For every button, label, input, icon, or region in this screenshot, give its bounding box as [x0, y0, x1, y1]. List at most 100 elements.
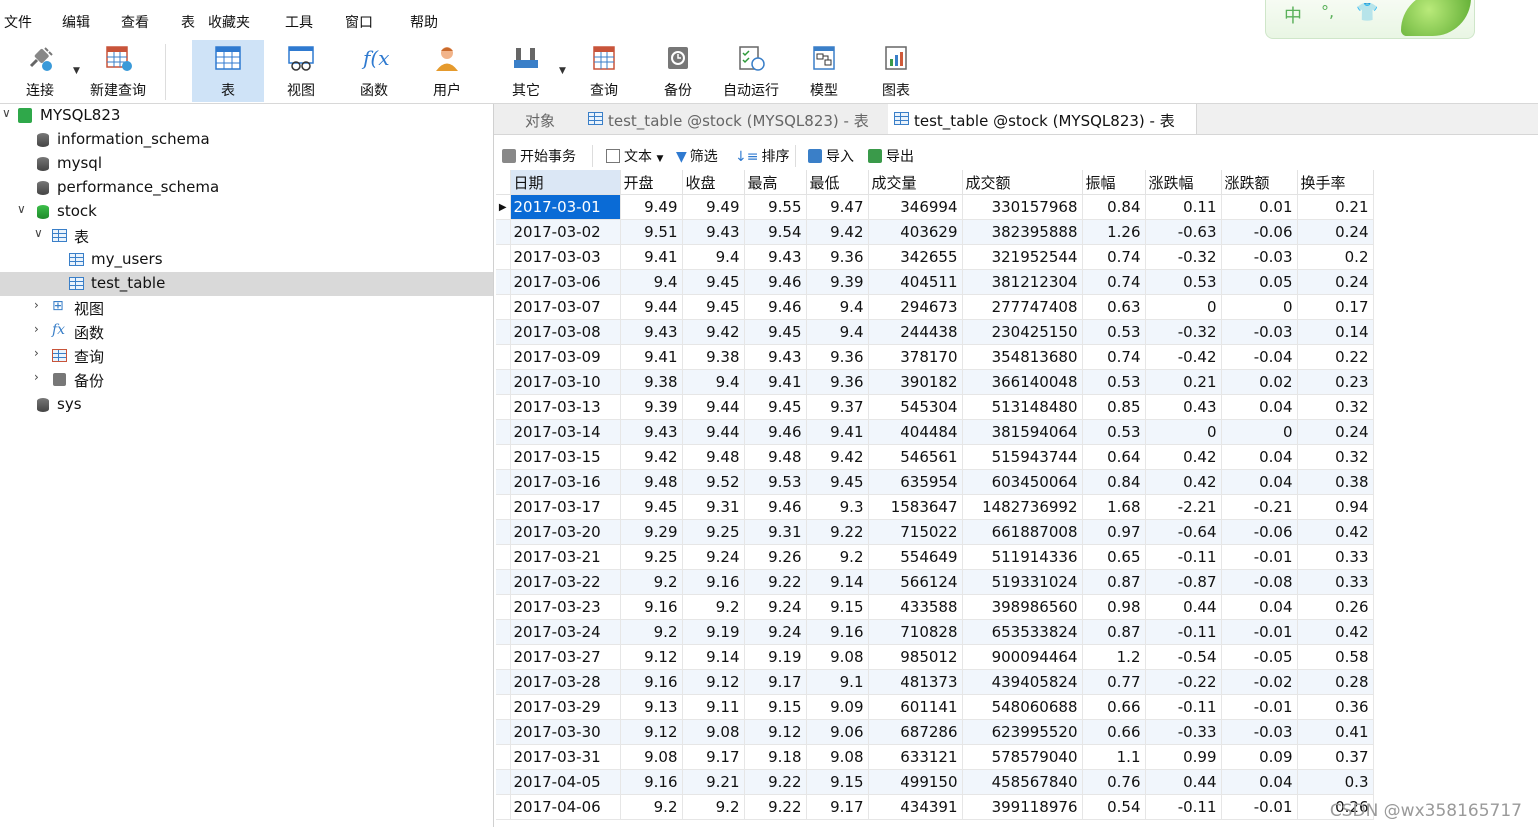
table-cell[interactable]: 578579040: [962, 744, 1083, 770]
row-indicator[interactable]: [496, 519, 511, 545]
table-cell[interactable]: 9.48: [620, 469, 683, 495]
view-button[interactable]: 视图: [270, 40, 332, 102]
table-cell[interactable]: 0.26: [1297, 594, 1374, 620]
row-indicator[interactable]: [496, 669, 511, 695]
table-cell[interactable]: 1.26: [1082, 219, 1146, 245]
table-cell[interactable]: 9.08: [682, 719, 745, 745]
table-cell[interactable]: 0.09: [1221, 744, 1298, 770]
table-cell[interactable]: 9.45: [744, 394, 807, 420]
table-row[interactable]: 2017-04-05 9.16 9.21 9.22 9.15 499150 45856784…: [496, 769, 1374, 795]
table-cell[interactable]: 0.23: [1297, 369, 1374, 395]
table-cell[interactable]: 9.06: [806, 719, 869, 745]
table-cell[interactable]: 9.24: [744, 619, 807, 645]
table-cell[interactable]: -0.06: [1221, 519, 1298, 545]
table-row[interactable]: 2017-03-23 9.16 9.2 9.24 9.15 433588 398986560…: [496, 594, 1374, 620]
table-cell[interactable]: 635954: [868, 469, 963, 495]
table-cell[interactable]: 9.08: [806, 644, 869, 670]
row-indicator[interactable]: [496, 769, 511, 795]
table-cell[interactable]: 9.24: [744, 594, 807, 620]
row-indicator[interactable]: [496, 569, 511, 595]
table-cell[interactable]: 0.74: [1082, 344, 1146, 370]
table-cell[interactable]: 2017-03-03: [510, 244, 621, 270]
row-indicator[interactable]: [496, 294, 511, 320]
table-cell[interactable]: 9.22: [744, 794, 807, 820]
table-row[interactable]: 2017-03-10 9.38 9.4 9.41 9.36 390182 366140048…: [496, 369, 1374, 395]
table-cell[interactable]: 382395888: [962, 219, 1083, 245]
row-indicator[interactable]: [496, 494, 511, 520]
row-indicator[interactable]: [496, 419, 511, 445]
table-cell[interactable]: 9.51: [620, 219, 683, 245]
table-cell[interactable]: 9.39: [620, 394, 683, 420]
table-cell[interactable]: 9.14: [682, 644, 745, 670]
table-button[interactable]: 表: [192, 40, 264, 102]
table-row[interactable]: 2017-03-27 9.12 9.14 9.19 9.08 985012 90009446…: [496, 644, 1374, 670]
table-cell[interactable]: 9.45: [682, 294, 745, 320]
table-cell[interactable]: 0.53: [1145, 269, 1222, 295]
table-cell[interactable]: 9.49: [682, 194, 745, 220]
table-cell[interactable]: 9.22: [806, 519, 869, 545]
table-cell[interactable]: 0.24: [1297, 269, 1374, 295]
expand-chevron-icon[interactable]: ›: [34, 346, 39, 360]
current-row-indicator-icon[interactable]: ▶: [496, 194, 511, 220]
table-cell[interactable]: 9.16: [620, 669, 683, 695]
table-cell[interactable]: 9.31: [682, 494, 745, 520]
table-cell[interactable]: 515943744: [962, 444, 1083, 470]
row-indicator[interactable]: [496, 319, 511, 345]
table-cell[interactable]: 398986560: [962, 594, 1083, 620]
table-cell[interactable]: 9.42: [620, 444, 683, 470]
table-cell[interactable]: 9.4: [620, 269, 683, 295]
row-indicator[interactable]: [496, 744, 511, 770]
table-cell[interactable]: 0: [1145, 419, 1222, 445]
table-cell[interactable]: 1.68: [1082, 494, 1146, 520]
table-cell[interactable]: 9.17: [682, 744, 745, 770]
table-cell[interactable]: 0.04: [1221, 394, 1298, 420]
table-row[interactable]: 2017-03-02 9.51 9.43 9.54 9.42 403629 38239588…: [496, 219, 1374, 245]
table-cell[interactable]: 0.66: [1082, 694, 1146, 720]
column-header[interactable]: 振幅: [1082, 170, 1146, 195]
export-button[interactable]: 导出: [868, 146, 914, 166]
begin-transaction-button[interactable]: 开始事务: [502, 146, 576, 166]
table-cell[interactable]: 0.84: [1082, 469, 1146, 495]
table-cell[interactable]: 2017-03-30: [510, 719, 621, 745]
table-cell[interactable]: 519331024: [962, 569, 1083, 595]
table-cell[interactable]: -0.21: [1221, 494, 1298, 520]
table-cell[interactable]: -0.01: [1221, 544, 1298, 570]
table-cell[interactable]: 0.42: [1297, 519, 1374, 545]
column-header[interactable]: 开盘: [620, 170, 683, 195]
table-cell[interactable]: 9.25: [620, 544, 683, 570]
table-cell[interactable]: 0.77: [1082, 669, 1146, 695]
table-cell[interactable]: 9.46: [744, 294, 807, 320]
table-cell[interactable]: -0.05: [1221, 644, 1298, 670]
menu-table[interactable]: 表: [181, 12, 195, 32]
table-cell[interactable]: -0.32: [1145, 319, 1222, 345]
function-button[interactable]: f(x) 函数: [343, 40, 405, 102]
table-cell[interactable]: 458567840: [962, 769, 1083, 795]
table-cell[interactable]: 0.44: [1145, 769, 1222, 795]
table-cell[interactable]: -0.02: [1221, 669, 1298, 695]
table-cell[interactable]: 0.24: [1297, 219, 1374, 245]
table-cell[interactable]: 366140048: [962, 369, 1083, 395]
table-cell[interactable]: 9.38: [620, 369, 683, 395]
table-cell[interactable]: -0.08: [1221, 569, 1298, 595]
table-cell[interactable]: 9.3: [806, 494, 869, 520]
others-button[interactable]: 其它: [496, 40, 556, 102]
table-cell[interactable]: 0.58: [1297, 644, 1374, 670]
tree-table-test-table[interactable]: test_table: [0, 272, 493, 296]
tab-test-table-1[interactable]: test_table @stock (MYSQL823) - 表: [582, 104, 889, 134]
table-cell[interactable]: 9.41: [806, 419, 869, 445]
table-cell[interactable]: 0.33: [1297, 569, 1374, 595]
ime-toolbar[interactable]: 中 °, 👕: [1265, 0, 1475, 39]
table-cell[interactable]: 9.4: [806, 294, 869, 320]
table-cell[interactable]: 2017-03-07: [510, 294, 621, 320]
table-cell[interactable]: 2017-03-08: [510, 319, 621, 345]
table-cell[interactable]: 0.36: [1297, 694, 1374, 720]
table-cell[interactable]: -0.11: [1145, 694, 1222, 720]
table-cell[interactable]: 0.04: [1221, 469, 1298, 495]
table-cell[interactable]: 2017-03-16: [510, 469, 621, 495]
row-indicator[interactable]: [496, 719, 511, 745]
table-cell[interactable]: 0.74: [1082, 269, 1146, 295]
tree-table-my-users[interactable]: my_users: [0, 248, 493, 272]
table-cell[interactable]: 2017-03-14: [510, 419, 621, 445]
table-cell[interactable]: 0.99: [1145, 744, 1222, 770]
table-cell[interactable]: 9.16: [682, 569, 745, 595]
